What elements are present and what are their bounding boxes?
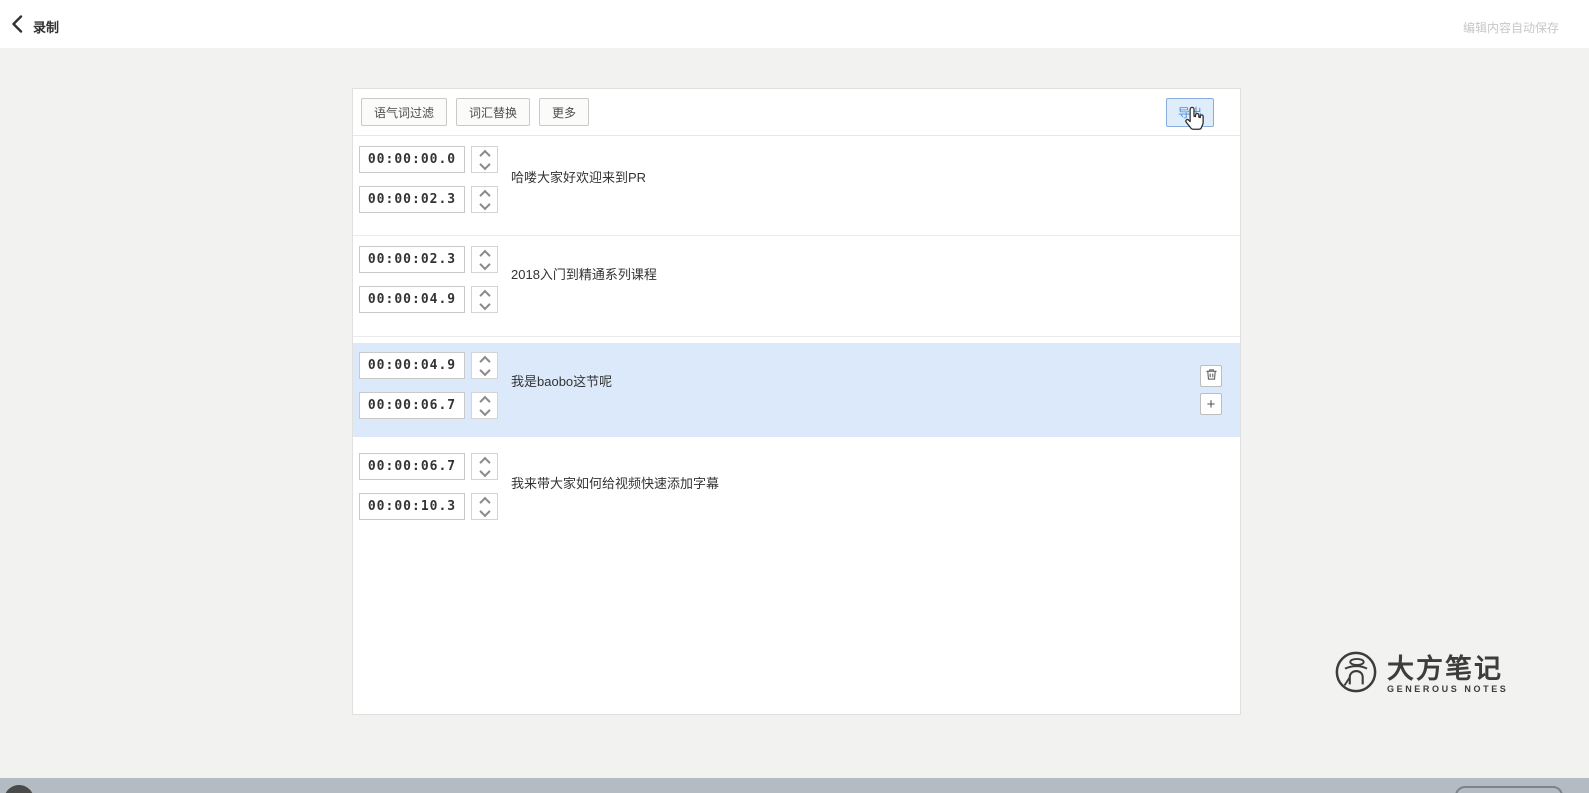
time-stepper xyxy=(471,146,498,173)
filter-filler-words-button[interactable]: 语气词过滤 xyxy=(361,98,448,126)
player-control-pill[interactable] xyxy=(1455,786,1563,793)
end-time-input[interactable] xyxy=(359,186,465,213)
stepper-down-icon[interactable] xyxy=(478,364,491,376)
time-stepper xyxy=(471,352,498,379)
back-chevron-icon xyxy=(11,15,23,33)
subtitle-text[interactable]: 哈喽大家好欢迎来到PR xyxy=(511,167,646,186)
end-time-input[interactable] xyxy=(359,493,465,520)
delete-row-button[interactable] xyxy=(1200,365,1222,387)
end-time-input[interactable] xyxy=(359,286,465,313)
time-stepper xyxy=(471,493,498,520)
player-bar[interactable] xyxy=(0,778,1589,793)
watermark-title-cn: 大方笔记 xyxy=(1387,653,1503,684)
time-column xyxy=(359,352,498,419)
subtitle-editor-panel: 语气词过滤 词汇替换 更多 导出 00:00:00.0 00:00:02.3 哈… xyxy=(352,88,1241,715)
end-time-input[interactable] xyxy=(359,392,465,419)
stepper-down-icon[interactable] xyxy=(478,158,491,170)
time-stepper xyxy=(471,453,498,480)
start-time-input[interactable] xyxy=(359,146,465,173)
start-time-input[interactable] xyxy=(359,352,465,379)
time-stepper xyxy=(471,186,498,213)
time-column xyxy=(359,246,498,313)
export-button[interactable]: 导出 xyxy=(1166,97,1214,127)
time-column xyxy=(359,146,498,213)
subtitle-row[interactable]: 我来带大家如何给视频快速添加字幕 xyxy=(353,437,1240,540)
stepper-down-icon[interactable] xyxy=(478,198,491,210)
add-row-button[interactable]: + xyxy=(1200,393,1222,415)
stepper-down-icon[interactable] xyxy=(478,505,491,517)
top-bar: 录制 编辑内容自动保存 xyxy=(0,0,1589,48)
stepper-down-icon[interactable] xyxy=(478,404,491,416)
page-title: 录制 xyxy=(33,20,60,35)
start-time-input[interactable] xyxy=(359,453,465,480)
app-window: 录制 编辑内容自动保存 语气词过滤 词汇替换 更多 导出 00:00:00.0 … xyxy=(0,0,1589,793)
subtitle-text[interactable]: 我是baobo这节呢 xyxy=(511,371,612,390)
back-button[interactable] xyxy=(6,13,28,35)
subtitle-row[interactable]: 2018入门到精通系列课程 xyxy=(353,236,1240,337)
word-replace-button[interactable]: 词汇替换 xyxy=(456,98,531,126)
time-stepper xyxy=(471,286,498,313)
empty-area xyxy=(353,540,1240,714)
time-stepper xyxy=(471,392,498,419)
more-button[interactable]: 更多 xyxy=(539,98,590,126)
stepper-down-icon[interactable] xyxy=(478,298,491,310)
subtitle-row[interactable]: 哈喽大家好欢迎来到PR xyxy=(353,136,1240,236)
watermark-logo: 大方笔记 GENEROUS NOTES xyxy=(1334,650,1508,699)
autosave-status: 编辑内容自动保存 xyxy=(1462,21,1559,35)
stepper-down-icon[interactable] xyxy=(478,465,491,477)
trash-icon xyxy=(1205,368,1218,384)
subtitle-row-selected[interactable]: 我是baobo这节呢 + xyxy=(353,343,1240,437)
stepper-down-icon[interactable] xyxy=(478,258,491,270)
editor-toolbar: 语气词过滤 词汇替换 更多 导出 xyxy=(353,89,1240,136)
start-time-input[interactable] xyxy=(359,246,465,273)
time-column xyxy=(359,453,498,520)
time-stepper xyxy=(471,246,498,273)
row-actions: + xyxy=(1200,365,1222,415)
subtitle-text[interactable]: 我来带大家如何给视频快速添加字幕 xyxy=(511,473,719,492)
subtitle-text[interactable]: 2018入门到精通系列课程 xyxy=(511,264,657,283)
plus-icon: + xyxy=(1206,395,1216,413)
generous-notes-logo-icon xyxy=(1334,650,1378,699)
watermark-title-en: GENEROUS NOTES xyxy=(1387,684,1509,695)
